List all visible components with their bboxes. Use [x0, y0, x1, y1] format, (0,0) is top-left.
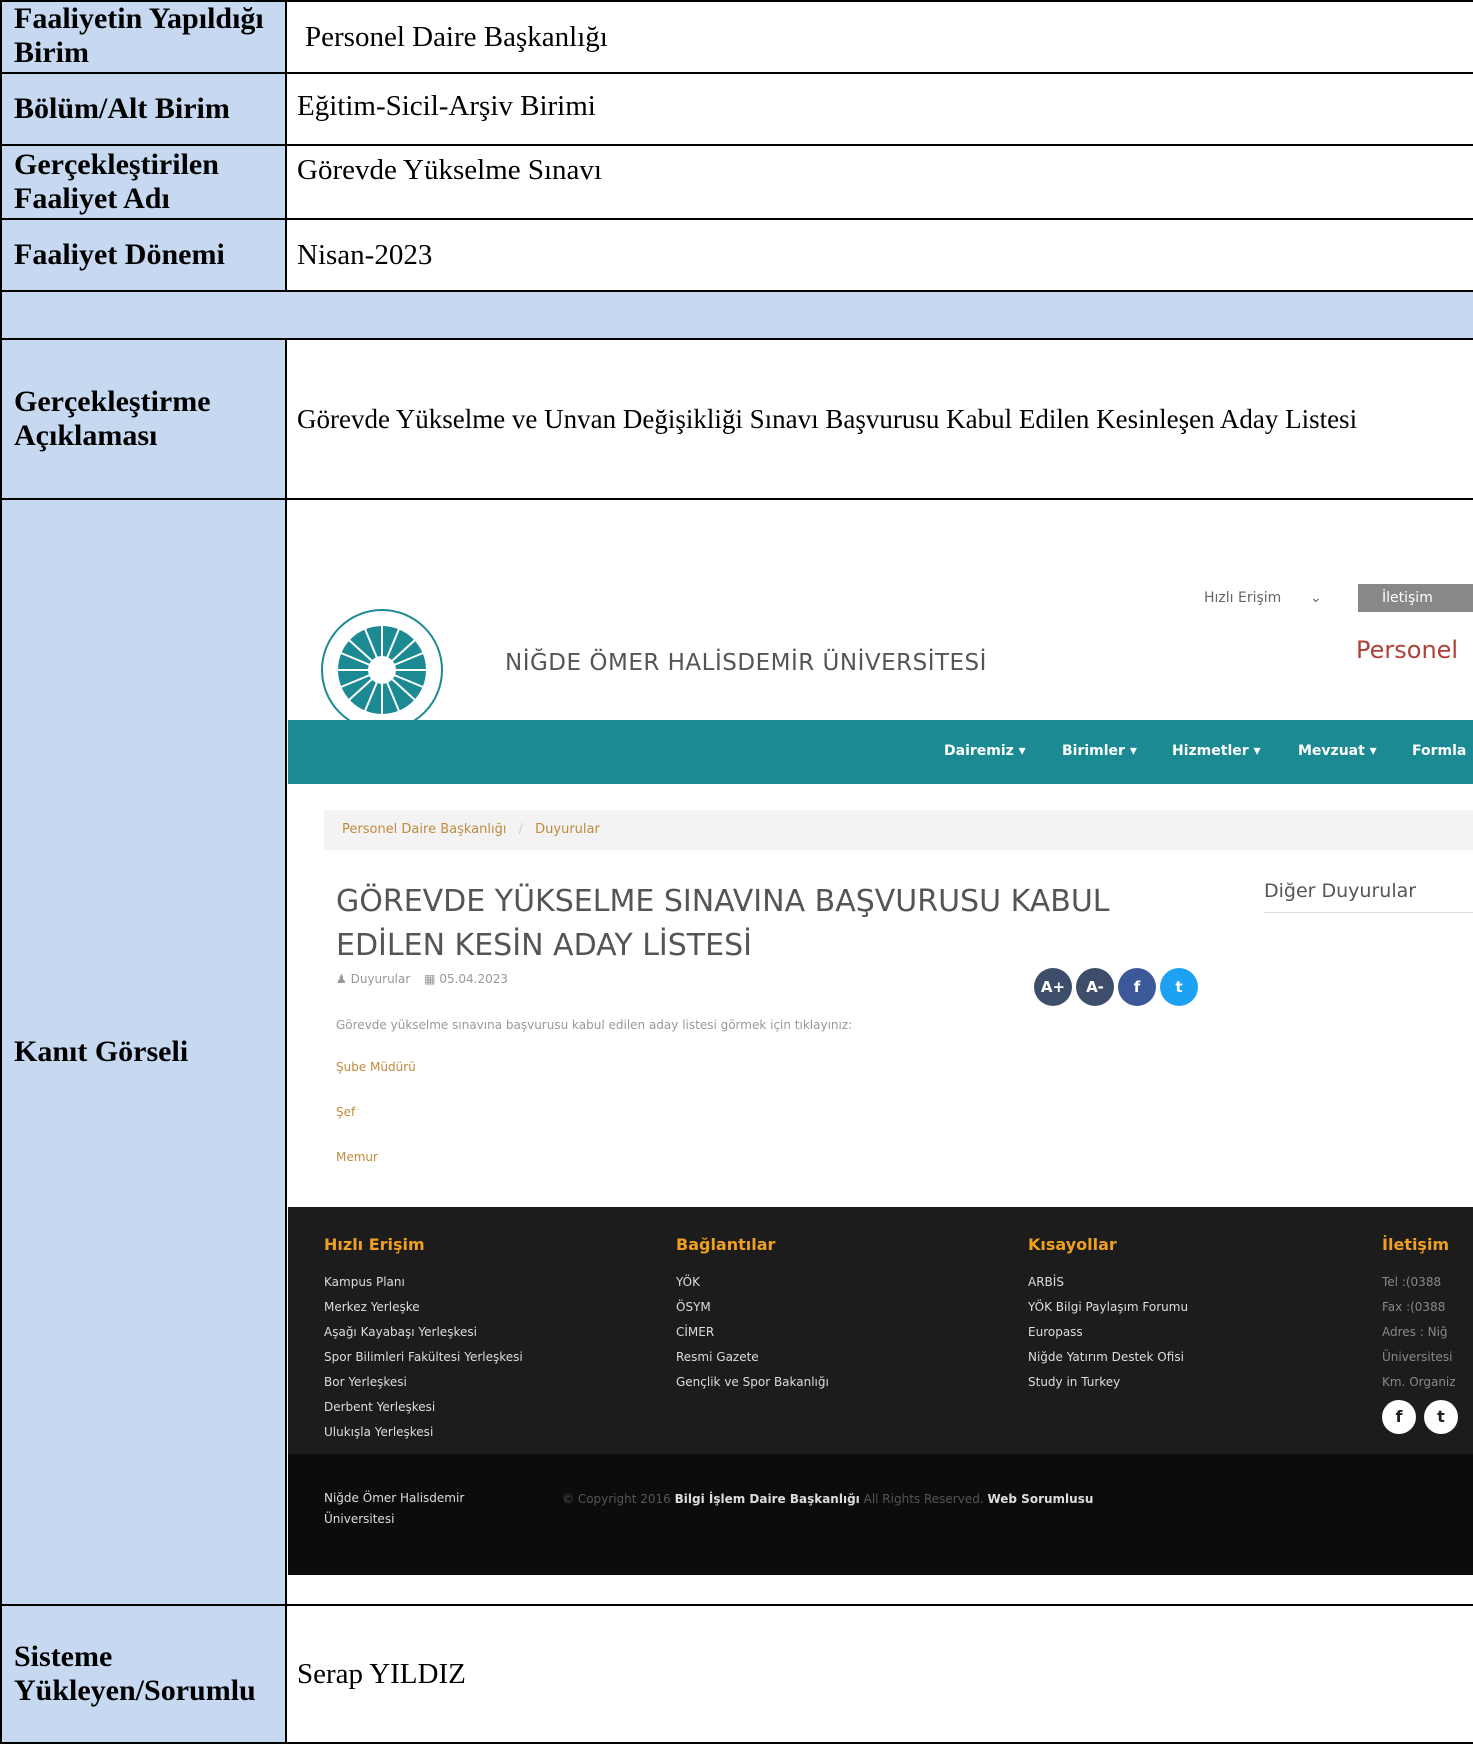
separator-band: [0, 290, 1473, 340]
university-name: NİĞDE ÖMER HALİSDEMİR ÜNİVERSİTESİ: [505, 650, 987, 676]
sorumlu-value: Serap YILDIZ: [286, 1604, 1473, 1744]
footer-link[interactable]: Spor Bilimleri Fakültesi Yerleşkesi: [324, 1345, 523, 1370]
footer-contact-line: Fax :(0388: [1382, 1300, 1446, 1314]
calendar-icon: ▦: [424, 972, 436, 986]
chevron-down-icon[interactable]: ⌄: [1310, 590, 1322, 606]
faaliyet-adi-value: Görevde Yükselme Sınavı: [286, 144, 1473, 220]
twitter-icon[interactable]: t: [1160, 968, 1198, 1006]
footer-link[interactable]: Kampus Planı: [324, 1270, 523, 1295]
footer-link[interactable]: Bor Yerleşkesi: [324, 1370, 523, 1395]
footer-contact-title: İletişim: [1382, 1235, 1450, 1254]
sidebar-title: Diğer Duyurular: [1264, 880, 1417, 902]
user-icon: ♟: [336, 972, 347, 986]
footer-university-name: Niğde Ömer Halisdemir Üniversitesi: [324, 1491, 465, 1526]
footer-contact-line: Km. Organiz: [1382, 1375, 1456, 1389]
footer-contact-line: Üniversitesi: [1382, 1350, 1453, 1364]
footer-link[interactable]: CİMER: [676, 1320, 829, 1345]
link-sube-muduru[interactable]: Şube Müdürü: [336, 1060, 416, 1074]
copyright-dept-link[interactable]: Bilgi İşlem Daire Başkanlığı: [675, 1492, 860, 1506]
main-navigation: Dairemiz ▾ Birimler ▾ Hizmetler ▾ Mevzua…: [288, 720, 1473, 784]
quick-access-link[interactable]: Hızlı Erişim: [1204, 590, 1281, 606]
footer-link[interactable]: YÖK Bilgi Paylaşım Forumu: [1028, 1295, 1188, 1320]
university-logo: [320, 608, 444, 732]
footer-quick-access-title: Hızlı Erişim: [324, 1235, 425, 1254]
footer-links-list: YÖK ÖSYM CİMER Resmi Gazete Gençlik ve S…: [676, 1270, 829, 1395]
footer-links-title: Bağlantılar: [676, 1235, 776, 1254]
footer-link[interactable]: Europass: [1028, 1320, 1188, 1345]
footer-twitter-icon[interactable]: t: [1424, 1400, 1458, 1434]
breadcrumb-separator: /: [518, 822, 523, 837]
footer-quick-access-list: Kampus Planı Merkez Yerleşke Aşağı Kayab…: [324, 1270, 523, 1445]
announcement-title: GÖREVDE YÜKSELME SINAVINA BAŞVURUSU KABU…: [336, 884, 1110, 963]
sidebar-divider: [1264, 912, 1473, 913]
nav-dairemiz[interactable]: Dairemiz ▾: [944, 743, 1026, 759]
footer-link[interactable]: Aşağı Kayabaşı Yerleşkesi: [324, 1320, 523, 1345]
font-increase-icon[interactable]: A+: [1034, 968, 1072, 1006]
nav-birimler[interactable]: Birimler ▾: [1062, 743, 1137, 759]
sorumlu-label: Sisteme Yükleyen/Sorumlu: [0, 1604, 286, 1744]
footer-link[interactable]: Ulukışla Yerleşkesi: [324, 1420, 523, 1445]
footer-contact-list: Tel :(0388 Fax :(0388 Adres : Niğ Üniver…: [1382, 1270, 1456, 1395]
nav-mevzuat[interactable]: Mevzuat ▾: [1298, 743, 1377, 759]
footer-link[interactable]: Merkez Yerleşke: [324, 1295, 523, 1320]
link-memur[interactable]: Memur: [336, 1150, 378, 1164]
birim-label: Faaliyetin Yapıldığı Birim: [0, 0, 286, 74]
link-sef[interactable]: Şef: [336, 1105, 355, 1119]
footer-link[interactable]: ARBİS: [1028, 1270, 1188, 1295]
contact-button[interactable]: İletişim: [1358, 584, 1473, 612]
site-title: Personel: [1356, 636, 1459, 664]
announcement-body: Görevde yükselme sınavına başvurusu kabu…: [336, 1018, 853, 1032]
footer-shortcuts-list: ARBİS YÖK Bilgi Paylaşım Forumu Europass…: [1028, 1270, 1188, 1395]
footer-facebook-icon[interactable]: f: [1382, 1400, 1416, 1434]
meta-category[interactable]: Duyurular: [351, 972, 411, 986]
evidence-screenshot: Hızlı Erişim ⌄ İletişim NİĞDE ÖMER HALİS…: [288, 584, 1473, 1575]
aciklama-value: Görevde Yükselme ve Unvan Değişikliği Sı…: [286, 338, 1473, 500]
donem-value: Nisan-2023: [286, 218, 1473, 292]
breadcrumb: Personel Daire Başkanlığı / Duyurular: [324, 810, 1473, 850]
copyright-text: © Copyright 2016 Bilgi İşlem Daire Başka…: [562, 1492, 1094, 1506]
font-decrease-icon[interactable]: A-: [1076, 968, 1114, 1006]
footer-contact-line: Tel :(0388: [1382, 1275, 1442, 1289]
footer-link[interactable]: Gençlik ve Spor Bakanlığı: [676, 1370, 829, 1395]
footer-link[interactable]: Derbent Yerleşkesi: [324, 1395, 523, 1420]
breadcrumb-home[interactable]: Personel Daire Başkanlığı: [342, 822, 506, 837]
site-footer: Hızlı Erişim Kampus Planı Merkez Yerleşk…: [288, 1207, 1473, 1454]
facebook-icon[interactable]: f: [1118, 968, 1156, 1006]
bolum-value: Eğitim-Sicil-Arşiv Birimi: [286, 72, 1473, 146]
birim-value: Personel Daire Başkanlığı: [286, 0, 1473, 74]
nav-hizmetler[interactable]: Hizmetler ▾: [1172, 743, 1261, 759]
footer-link[interactable]: ÖSYM: [676, 1295, 829, 1320]
webmaster-link[interactable]: Web Sorumlusu: [987, 1492, 1093, 1506]
kanit-label: Kanıt Görseli: [0, 498, 286, 1606]
donem-label: Faaliyet Dönemi: [0, 218, 286, 292]
nav-formlar[interactable]: Formla: [1412, 743, 1466, 759]
aciklama-label: Gerçekleştirme Açıklaması: [0, 338, 286, 500]
footer-link[interactable]: Niğde Yatırım Destek Ofisi: [1028, 1345, 1188, 1370]
footer-bottom-bar: Niğde Ömer Halisdemir Üniversitesi © Cop…: [288, 1454, 1473, 1575]
footer-link[interactable]: YÖK: [676, 1270, 829, 1295]
footer-link[interactable]: Study in Turkey: [1028, 1370, 1188, 1395]
footer-link[interactable]: Resmi Gazete: [676, 1345, 829, 1370]
footer-shortcuts-title: Kısayollar: [1028, 1235, 1117, 1254]
footer-contact-line: Adres : Niğ: [1382, 1325, 1448, 1339]
breadcrumb-current[interactable]: Duyurular: [535, 822, 600, 837]
bolum-label: Bölüm/Alt Birim: [0, 72, 286, 146]
post-meta: ♟ Duyurular ▦ 05.04.2023: [336, 972, 508, 986]
faaliyet-adi-label: Gerçekleştirilen Faaliyet Adı: [0, 144, 286, 220]
meta-date: 05.04.2023: [439, 972, 509, 986]
